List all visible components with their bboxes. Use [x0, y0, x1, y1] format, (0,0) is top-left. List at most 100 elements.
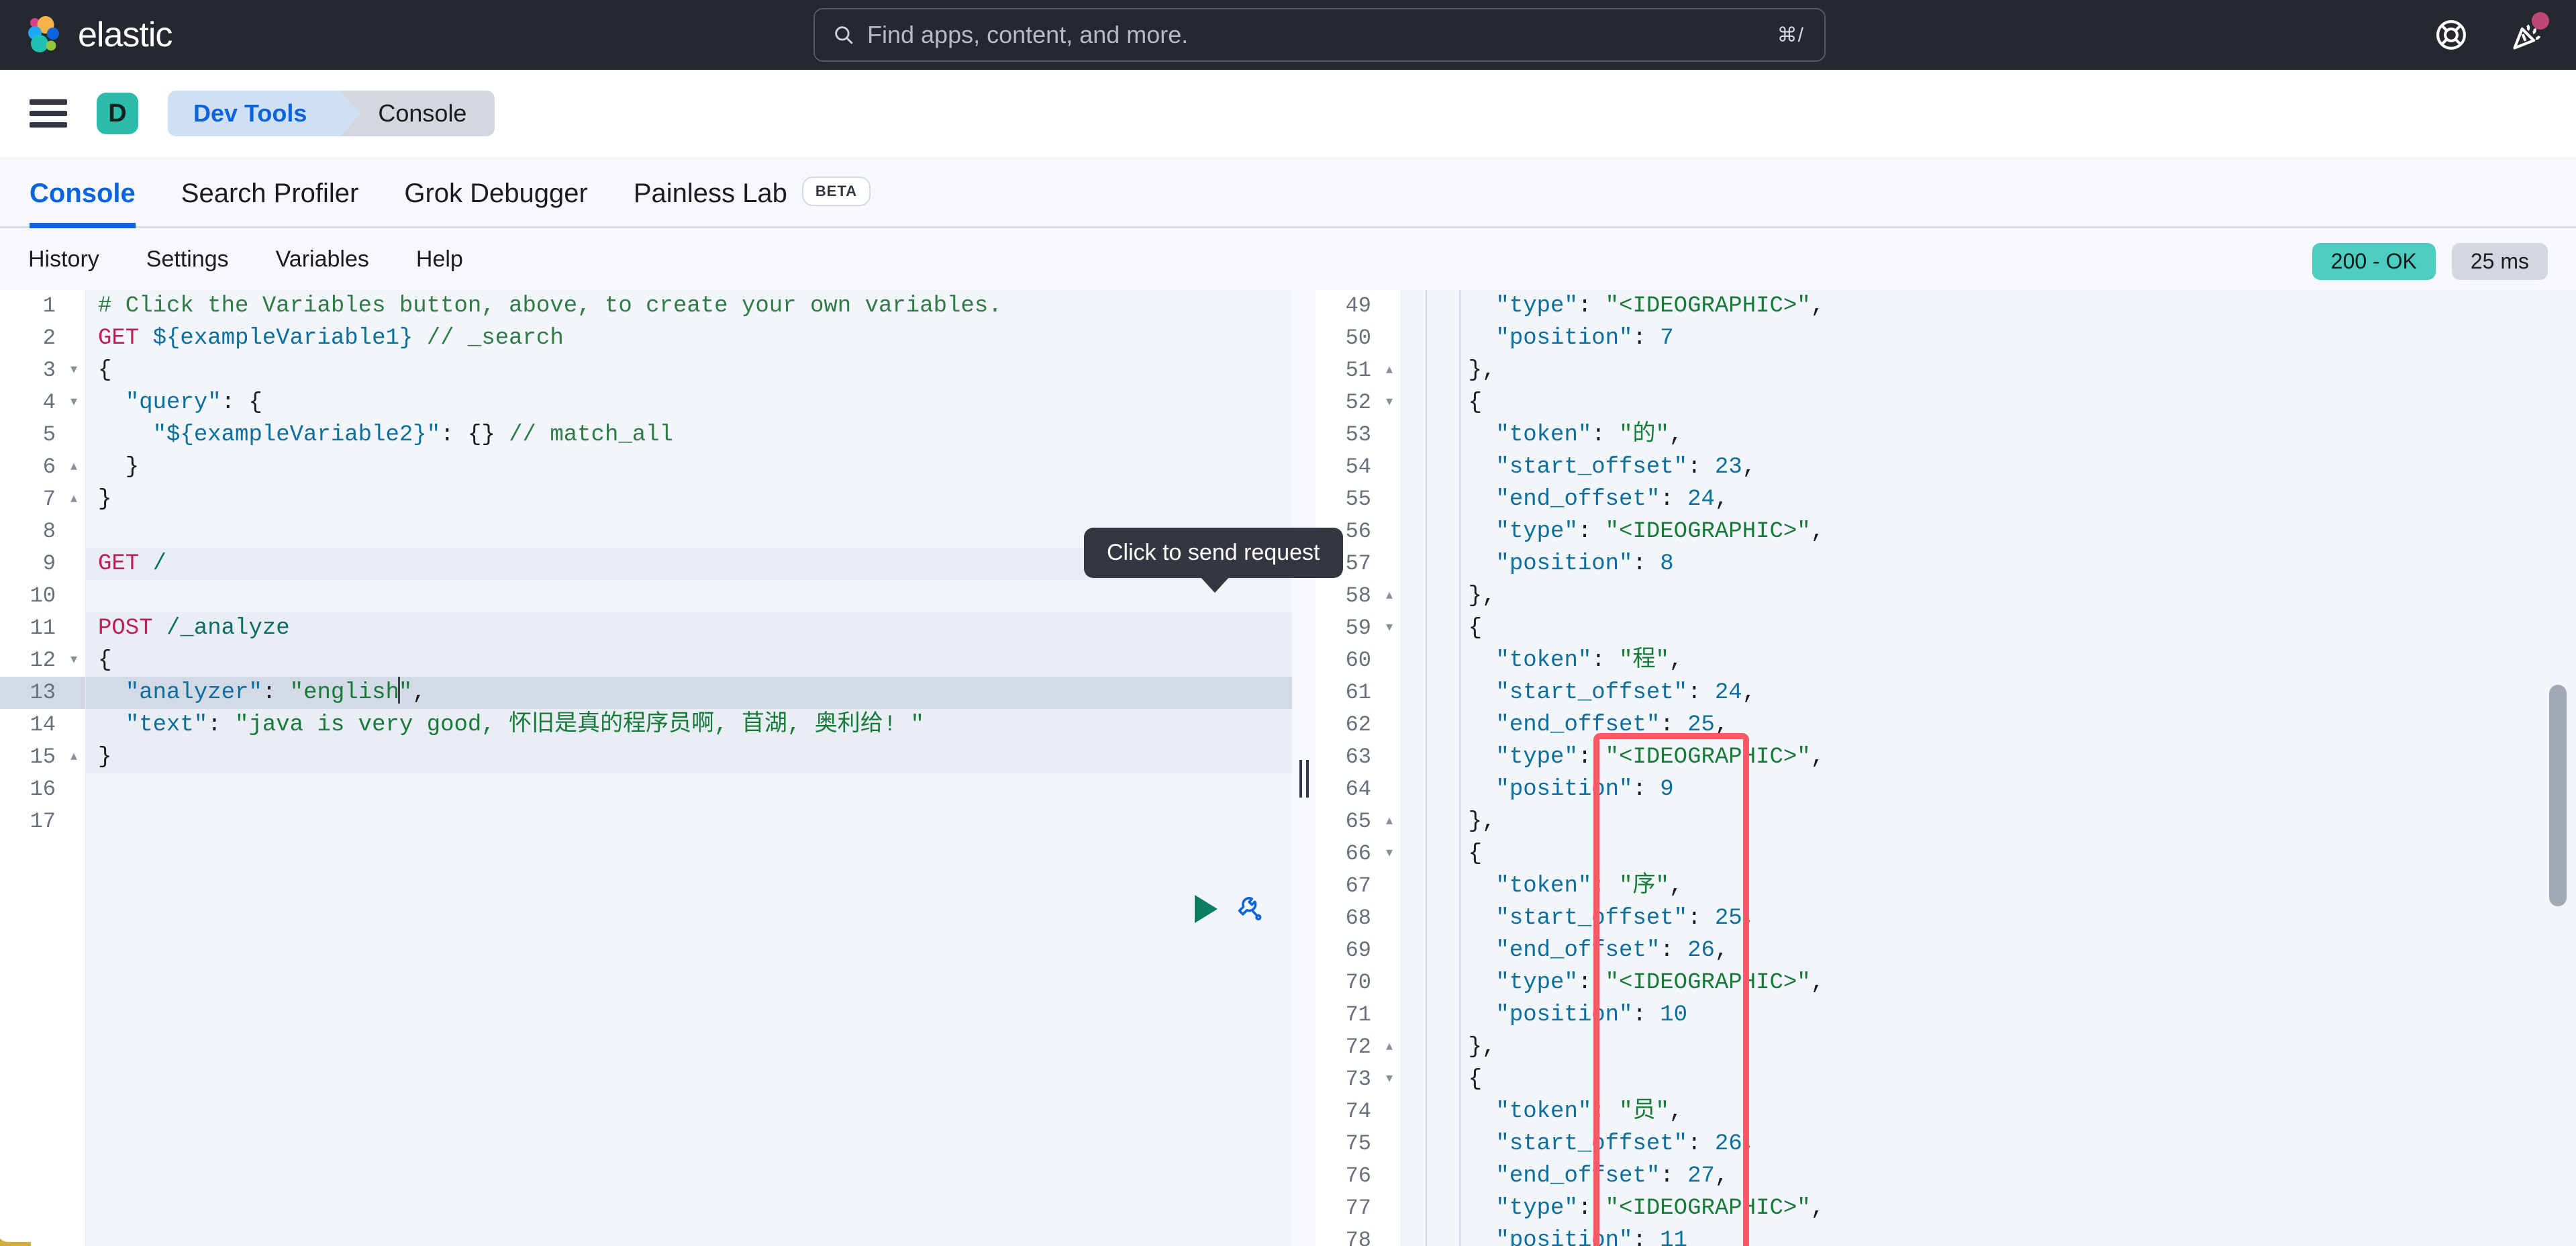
- code-line[interactable]: "analyzer": "english",: [86, 677, 1292, 709]
- response-scrollbar[interactable]: [2549, 290, 2567, 1246]
- code-token: ,: [1811, 1196, 1824, 1221]
- code-line[interactable]: "text": "java is very good, 怀旧是真的程序员啊, 苜…: [86, 709, 1292, 741]
- code-line[interactable]: {: [1401, 387, 2576, 419]
- code-line[interactable]: "type": "<IDEOGRAPHIC>",: [1401, 967, 2576, 999]
- line-number: 49: [1316, 290, 1401, 322]
- hamburger-menu-icon[interactable]: [30, 99, 67, 128]
- breadcrumb-item-console[interactable]: Console: [340, 91, 495, 136]
- code-token: "<IDEOGRAPHIC>": [1605, 1196, 1811, 1221]
- code-line[interactable]: "position": 11: [1401, 1225, 2576, 1246]
- scrollbar-thumb[interactable]: [2549, 685, 2567, 906]
- code-token: GET: [98, 326, 153, 351]
- code-line[interactable]: "position": 10: [1401, 999, 2576, 1031]
- code-line[interactable]: "end_offset": 27,: [1401, 1160, 2576, 1192]
- response-code[interactable]: "type": "<IDEOGRAPHIC>", "position": 7 }…: [1401, 290, 2576, 1246]
- code-line[interactable]: "position": 9: [1401, 773, 2576, 806]
- code-token: ,: [1669, 648, 1683, 673]
- party-popper-news-icon[interactable]: [2510, 17, 2545, 52]
- fold-open-icon[interactable]: ▾: [1386, 838, 1393, 870]
- code-line[interactable]: "start_offset": 25,: [1401, 902, 2576, 934]
- fold-close-icon[interactable]: ▴: [70, 451, 77, 483]
- code-line[interactable]: {: [1401, 612, 2576, 644]
- wrench-tools-icon[interactable]: [1234, 893, 1266, 925]
- code-line[interactable]: },: [1401, 1031, 2576, 1063]
- pane-resize-handle[interactable]: [1292, 290, 1316, 1246]
- tab-painless-lab[interactable]: Painless Lab BETA: [634, 179, 871, 226]
- code-token: :: [1660, 1163, 1687, 1189]
- fold-open-icon[interactable]: ▾: [70, 354, 77, 387]
- code-line[interactable]: "token": "员",: [1401, 1096, 2576, 1128]
- code-token: [98, 422, 153, 448]
- code-line[interactable]: "end_offset": 24,: [1401, 483, 2576, 516]
- breadcrumb-item-dev-tools[interactable]: Dev Tools: [168, 91, 340, 136]
- tab-console[interactable]: Console: [30, 179, 136, 226]
- code-line[interactable]: "start_offset": 23,: [1401, 451, 2576, 483]
- code-line[interactable]: "position": 7: [1401, 322, 2576, 354]
- code-line[interactable]: "${exampleVariable2}": {} // match_all: [86, 419, 1292, 451]
- code-line[interactable]: },: [1401, 806, 2576, 838]
- code-line[interactable]: [86, 773, 1292, 806]
- fold-close-icon[interactable]: ▴: [70, 483, 77, 516]
- code-line[interactable]: [86, 580, 1292, 612]
- code-line[interactable]: "start_offset": 24,: [1401, 677, 2576, 709]
- code-line[interactable]: "end_offset": 26,: [1401, 934, 2576, 967]
- code-line[interactable]: "token": "程",: [1401, 644, 2576, 677]
- code-line[interactable]: [86, 806, 1292, 838]
- play-send-icon[interactable]: [1195, 895, 1218, 923]
- history-button[interactable]: History: [28, 246, 99, 273]
- code-line[interactable]: # Click the Variables button, above, to …: [86, 290, 1292, 322]
- code-line[interactable]: }: [86, 741, 1292, 773]
- settings-button[interactable]: Settings: [146, 246, 229, 273]
- request-gutter[interactable]: 123▾4▾56▴7▴89101112▾131415▴1617: [0, 290, 86, 1246]
- fold-close-icon[interactable]: ▴: [1386, 806, 1393, 838]
- code-line[interactable]: {: [1401, 838, 2576, 870]
- fold-open-icon[interactable]: ▾: [1386, 387, 1393, 419]
- indent-guide: [1459, 644, 1460, 677]
- code-line[interactable]: {: [86, 644, 1292, 677]
- code-line[interactable]: "query": {: [86, 387, 1292, 419]
- indent-guide: [1426, 1096, 1427, 1128]
- code-token: "end_offset": [1495, 1163, 1660, 1189]
- indent-guide: [1459, 387, 1460, 419]
- code-line[interactable]: "token": "序",: [1401, 870, 2576, 902]
- fold-close-icon[interactable]: ▴: [1386, 1031, 1393, 1063]
- fold-close-icon[interactable]: ▴: [1386, 354, 1393, 387]
- code-line[interactable]: "type": "<IDEOGRAPHIC>",: [1401, 741, 2576, 773]
- code-line[interactable]: POST /_analyze: [86, 612, 1292, 644]
- code-line[interactable]: },: [1401, 580, 2576, 612]
- brand[interactable]: elastic: [26, 15, 172, 55]
- request-code[interactable]: # Click the Variables button, above, to …: [86, 290, 1292, 1246]
- line-number: 70: [1316, 967, 1401, 999]
- fold-open-icon[interactable]: ▾: [70, 644, 77, 677]
- request-editor[interactable]: 123▾4▾56▴7▴89101112▾131415▴1617 # Click …: [0, 290, 1292, 1246]
- code-line[interactable]: "type": "<IDEOGRAPHIC>",: [1401, 1192, 2576, 1225]
- avatar[interactable]: D: [97, 93, 138, 134]
- fold-open-icon[interactable]: ▾: [1386, 612, 1393, 644]
- lifebuoy-help-icon[interactable]: [2434, 17, 2469, 52]
- global-search[interactable]: Find apps, content, and more. ⌘/: [813, 8, 1826, 62]
- code-line[interactable]: }: [86, 451, 1292, 483]
- code-line[interactable]: "end_offset": 25,: [1401, 709, 2576, 741]
- fold-close-icon[interactable]: ▴: [1386, 580, 1393, 612]
- code-line[interactable]: "token": "的",: [1401, 419, 2576, 451]
- code-line[interactable]: {: [86, 354, 1292, 387]
- code-line[interactable]: {: [1401, 1063, 2576, 1096]
- fold-open-icon[interactable]: ▾: [70, 387, 77, 419]
- fold-close-icon[interactable]: ▴: [70, 741, 77, 773]
- indent-guide: [1459, 1225, 1460, 1246]
- code-line[interactable]: "position": 8: [1401, 548, 2576, 580]
- code-line[interactable]: }: [86, 483, 1292, 516]
- code-line[interactable]: "type": "<IDEOGRAPHIC>",: [1401, 290, 2576, 322]
- variables-button[interactable]: Variables: [276, 246, 369, 273]
- code-line[interactable]: GET ${exampleVariable1} // _search: [86, 322, 1292, 354]
- search-input[interactable]: Find apps, content, and more.: [867, 21, 1777, 49]
- response-viewer[interactable]: 495051▴52▾535455565758▴59▾606162636465▴6…: [1316, 290, 2576, 1246]
- code-line[interactable]: },: [1401, 354, 2576, 387]
- code-line[interactable]: "type": "<IDEOGRAPHIC>",: [1401, 516, 2576, 548]
- fold-open-icon[interactable]: ▾: [1386, 1063, 1393, 1096]
- code-token: "analyzer": [126, 680, 262, 706]
- tab-search-profiler[interactable]: Search Profiler: [181, 179, 359, 226]
- code-line[interactable]: "start_offset": 26,: [1401, 1128, 2576, 1160]
- help-button[interactable]: Help: [416, 246, 463, 273]
- tab-grok-debugger[interactable]: Grok Debugger: [404, 179, 587, 226]
